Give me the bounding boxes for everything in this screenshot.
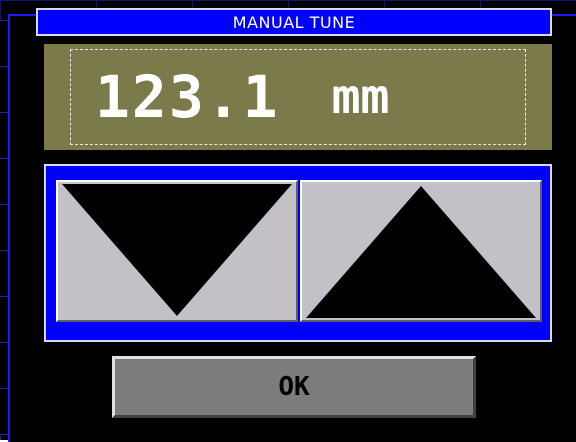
value-readout: 123.1 mm bbox=[44, 44, 552, 150]
readout-value: 123.1 bbox=[95, 63, 280, 131]
screen: MANUAL TUNE 123.1 mm OK bbox=[0, 0, 576, 442]
triangle-up-icon bbox=[306, 186, 536, 318]
readout-frame: 123.1 mm bbox=[70, 49, 526, 145]
dialog-title-bar: MANUAL TUNE bbox=[36, 8, 552, 36]
increase-button[interactable] bbox=[300, 180, 542, 322]
left-scale bbox=[0, 20, 8, 440]
decrease-button[interactable] bbox=[56, 180, 298, 322]
triangle-down-icon bbox=[62, 184, 292, 316]
tune-control-panel bbox=[44, 164, 552, 342]
dialog-title: MANUAL TUNE bbox=[232, 12, 356, 32]
ok-button-label: OK bbox=[278, 372, 310, 402]
readout-unit: mm bbox=[331, 69, 390, 125]
ok-button[interactable]: OK bbox=[112, 356, 476, 418]
